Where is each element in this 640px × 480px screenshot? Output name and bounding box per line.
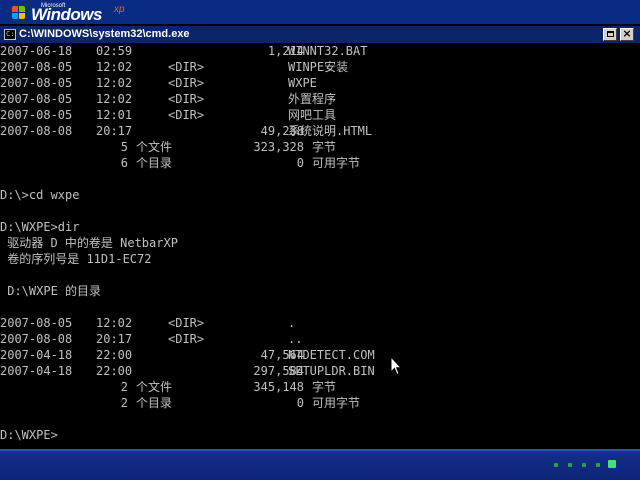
entry-dir-tag: <DIR> — [168, 108, 205, 122]
boot-header-bar: Microsoft Windows xp — [0, 0, 640, 24]
cmd-icon[interactable]: C:\ — [4, 29, 16, 40]
entry-name: 系统说明.HTML — [288, 124, 373, 138]
summary-label: 个目录 — [136, 396, 173, 410]
entry-time: 22:00 — [96, 364, 133, 378]
entry-name: .. — [288, 332, 303, 346]
summary-unit: 可用字节 — [312, 396, 361, 410]
summary-count: 6 — [120, 156, 128, 170]
entry-dir-tag: <DIR> — [168, 60, 205, 74]
summary-label: 个目录 — [136, 156, 173, 170]
mouse-pointer-icon — [390, 356, 402, 376]
boot-progress-indicator — [552, 460, 632, 470]
entry-date: 2007-08-08 — [0, 124, 73, 138]
entry-date: 2007-08-05 — [0, 76, 73, 90]
entry-time: 12:01 — [96, 108, 133, 122]
boot-footer-bar — [0, 449, 640, 480]
progress-dot — [568, 463, 572, 467]
entry-dir-tag: <DIR> — [168, 76, 205, 90]
command-line: D:\>cd wxpe — [0, 188, 80, 202]
volume-label-line: 驱动器 D 中的卷是 NetbarXP — [0, 236, 178, 250]
entry-time: 22:00 — [96, 348, 133, 362]
restore-icon — [607, 31, 614, 37]
entry-date: 2007-08-05 — [0, 108, 73, 122]
entry-time: 20:17 — [96, 124, 133, 138]
entry-name: . — [288, 316, 296, 330]
xp-text: xp — [114, 4, 125, 15]
summary-bytes: 323,328 — [253, 140, 304, 154]
entry-name: WINPE安装 — [288, 60, 349, 74]
entry-time: 12:02 — [96, 92, 133, 106]
restore-button[interactable] — [603, 28, 617, 41]
entry-date: 2007-06-18 — [0, 44, 73, 58]
entry-name: 外置程序 — [288, 92, 337, 106]
entry-dir-tag: <DIR> — [168, 316, 205, 330]
console-output[interactable]: 2007-06-18 02:59 1,214 WINNT32.BAT 2007-08-0… — [0, 43, 640, 449]
entry-name: WINNT32.BAT — [288, 44, 368, 58]
entry-name: WXPE — [288, 76, 317, 90]
summary-unit: 字节 — [312, 380, 337, 394]
summary-bytes: 345,148 — [253, 380, 304, 394]
entry-date: 2007-08-05 — [0, 316, 73, 330]
entry-date: 2007-08-05 — [0, 60, 73, 74]
window-title-bar[interactable]: C:\ C:\WINDOWS\system32\cmd.exe × — [0, 26, 640, 43]
progress-dot — [596, 463, 600, 467]
window-title: C:\WINDOWS\system32\cmd.exe — [19, 28, 190, 40]
summary-unit: 可用字节 — [312, 156, 361, 170]
summary-label: 个文件 — [136, 380, 173, 394]
command-prompt: D:\WXPE> — [0, 428, 58, 442]
entry-time: 12:02 — [96, 60, 133, 74]
summary-label: 个文件 — [136, 140, 173, 154]
entry-date: 2007-08-05 — [0, 92, 73, 106]
summary-count: 2 — [120, 380, 128, 394]
directory-of-line: D:\WXPE 的目录 — [0, 284, 102, 298]
entry-time: 12:02 — [96, 76, 133, 90]
summary-count: 5 — [120, 140, 128, 154]
windows-text: Windows — [31, 5, 102, 24]
entry-name: SETUPLDR.BIN — [288, 364, 375, 378]
entry-date: 2007-04-18 — [0, 364, 73, 378]
progress-dot-active — [608, 460, 616, 468]
progress-dot — [554, 463, 558, 467]
entry-date: 2007-04-18 — [0, 348, 73, 362]
entry-dir-tag: <DIR> — [168, 332, 205, 346]
command-line: D:\WXPE>dir — [0, 220, 80, 234]
summary-count: 2 — [120, 396, 128, 410]
windows-flag-icon — [12, 6, 26, 20]
close-icon: × — [622, 27, 632, 40]
entry-name: 网吧工具 — [288, 108, 337, 122]
close-button[interactable]: × — [620, 27, 634, 41]
entry-time: 02:59 — [96, 44, 133, 58]
entry-time: 12:02 — [96, 316, 133, 330]
entry-name: NTDETECT.COM — [288, 348, 375, 362]
entry-dir-tag: <DIR> — [168, 92, 205, 106]
progress-dot — [582, 463, 586, 467]
entry-time: 20:17 — [96, 332, 133, 346]
entry-date: 2007-08-08 — [0, 332, 73, 346]
summary-unit: 字节 — [312, 140, 337, 154]
summary-bytes: 0 — [296, 396, 304, 410]
volume-serial-line: 卷的序列号是 11D1-EC72 — [0, 252, 152, 266]
summary-bytes: 0 — [296, 156, 304, 170]
